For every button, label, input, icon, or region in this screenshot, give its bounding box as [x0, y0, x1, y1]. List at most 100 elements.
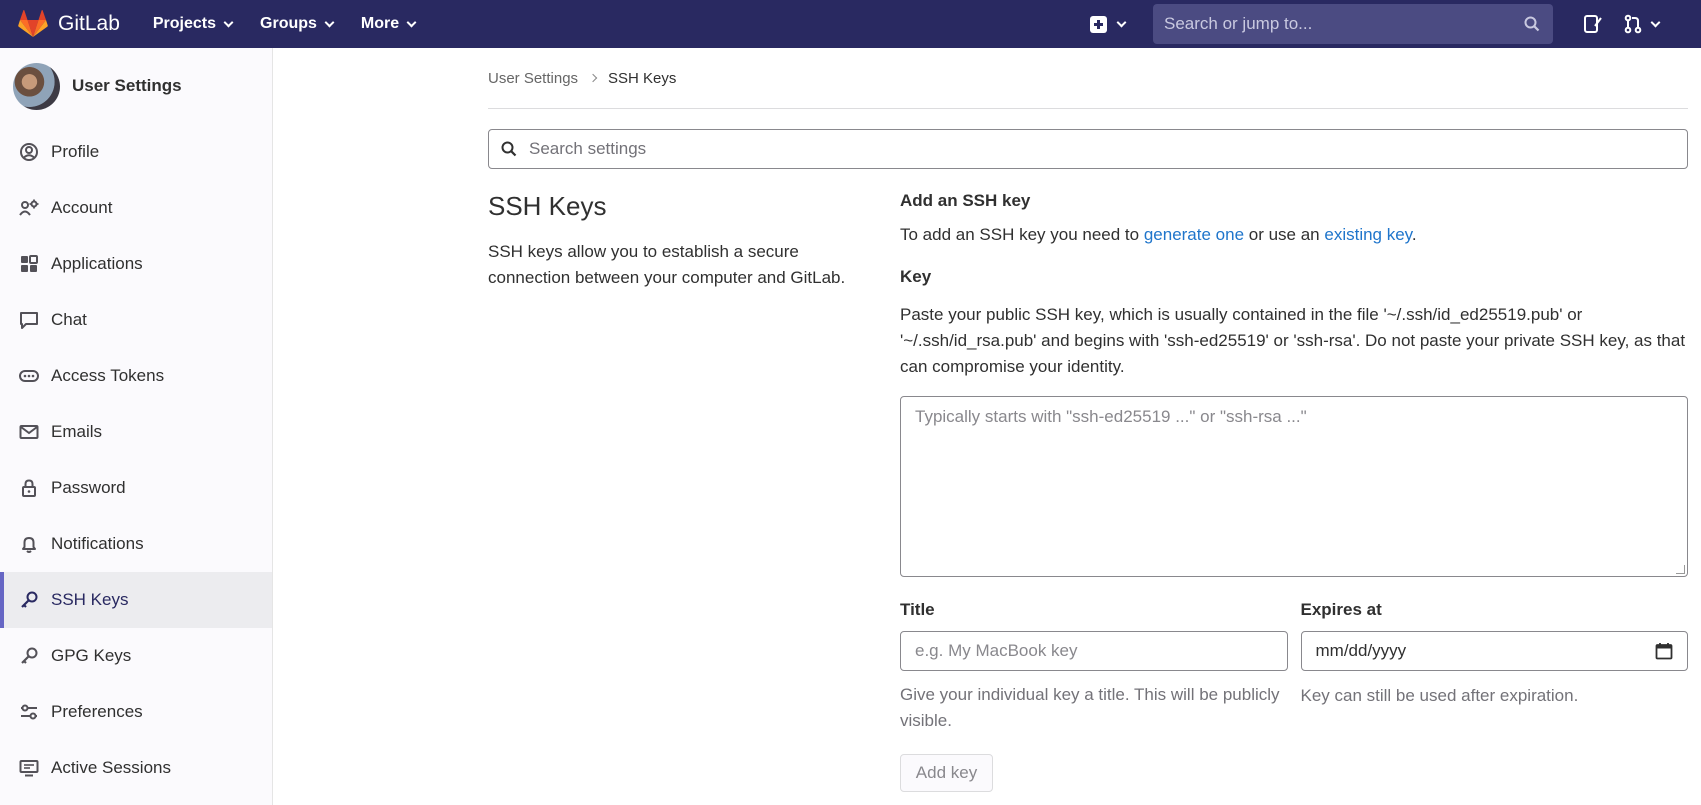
sidebar: User Settings Profile Account Applicatio… — [0, 48, 273, 805]
key-icon — [18, 589, 40, 611]
calendar-icon[interactable] — [1655, 642, 1673, 660]
chevron-right-icon — [588, 73, 598, 83]
expires-field-group: Expires at mm/dd/yyyy Key can still be u… — [1300, 600, 1688, 734]
search-icon — [1524, 16, 1540, 32]
sidebar-item-emails[interactable]: Emails — [0, 404, 272, 460]
add-text-suffix: . — [1411, 225, 1417, 244]
nav-projects[interactable]: Projects — [152, 15, 234, 33]
plus-square-icon — [1090, 15, 1107, 33]
sidebar-item-chat[interactable]: Chat — [0, 292, 272, 348]
nav-more[interactable]: More — [360, 15, 417, 33]
top-navbar: GitLab Projects Groups More Search or ju… — [0, 0, 1701, 48]
gitlab-logo[interactable]: GitLab — [18, 10, 120, 38]
chevron-down-icon — [406, 17, 417, 27]
sidebar-item-label: Notifications — [51, 534, 144, 553]
profile-icon — [18, 141, 40, 163]
sidebar-item-label: Account — [51, 198, 113, 217]
key-textarea-placeholder: Typically starts with "ssh-ed25519 ..." … — [915, 407, 1307, 426]
sidebar-item-label: Emails — [51, 422, 103, 441]
nav-more-label: More — [360, 15, 400, 32]
nav-icons — [1583, 14, 1679, 34]
sidebar-item-ssh-keys[interactable]: SSH Keys — [0, 572, 272, 628]
chevron-down-icon — [223, 17, 234, 27]
title-input-placeholder: e.g. My MacBook key — [915, 641, 1078, 660]
sidebar-item-label: Applications — [51, 254, 143, 273]
sidebar-item-password[interactable]: Password — [0, 460, 272, 516]
email-icon — [18, 421, 40, 443]
key-help-text: Paste your public SSH key, which is usua… — [900, 305, 1686, 376]
add-key-button[interactable]: Add key — [900, 754, 993, 792]
search-icon — [501, 141, 517, 157]
sidebar-item-label: Active Sessions — [51, 758, 171, 777]
bell-icon — [18, 533, 40, 555]
section-info: SSH Keys SSH keys allow you to establish… — [488, 191, 900, 792]
title-input[interactable]: e.g. My MacBook key — [900, 631, 1288, 671]
sidebar-header[interactable]: User Settings — [0, 48, 272, 124]
add-text-prefix: To add an SSH key you need to — [900, 225, 1144, 244]
section-title: SSH Keys — [488, 191, 607, 221]
divider — [488, 108, 1688, 109]
issues-icon[interactable] — [1583, 14, 1603, 34]
title-help-text: Give your individual key a title. This w… — [900, 685, 1280, 730]
nav-groups[interactable]: Groups — [260, 15, 335, 33]
logo-text: GitLab — [58, 12, 120, 35]
key-label: Key — [900, 267, 932, 286]
key-textarea[interactable]: Typically starts with "ssh-ed25519 ..." … — [900, 396, 1688, 577]
sidebar-item-label: GPG Keys — [51, 646, 132, 665]
sidebar-item-label: Password — [51, 478, 126, 497]
expires-help-text: Key can still be used after expiration. — [1300, 686, 1579, 705]
merge-requests-icon[interactable] — [1623, 14, 1661, 34]
main-content: User Settings SSH Keys Search settings S… — [488, 48, 1688, 792]
access-tokens-icon — [18, 365, 40, 387]
title-field-group: Title e.g. My MacBook key Give your indi… — [900, 600, 1288, 734]
new-dropdown-button[interactable] — [1090, 15, 1127, 33]
account-icon — [18, 197, 40, 219]
title-expiry-row: Title e.g. My MacBook key Give your indi… — [900, 600, 1688, 734]
existing-key-link[interactable]: existing key — [1324, 225, 1412, 244]
sidebar-item-profile[interactable]: Profile — [0, 124, 272, 180]
sidebar-item-label: Profile — [51, 142, 100, 161]
nav-projects-label: Projects — [152, 15, 217, 32]
sidebar-title: User Settings — [72, 76, 182, 95]
title-label: Title — [900, 600, 935, 619]
sidebar-item-label: SSH Keys — [51, 590, 129, 609]
chat-icon — [18, 309, 40, 331]
sidebar-item-applications[interactable]: Applications — [0, 236, 272, 292]
sidebar-item-gpg-keys[interactable]: GPG Keys — [0, 628, 272, 684]
settings-search-placeholder: Search settings — [529, 139, 647, 158]
breadcrumb: User Settings SSH Keys — [488, 48, 1688, 108]
monitor-icon — [18, 757, 40, 779]
gitlab-tanuki-icon — [18, 10, 48, 37]
chevron-down-icon — [1116, 17, 1127, 27]
settings-search-input[interactable]: Search settings — [488, 129, 1688, 169]
sidebar-item-label: Chat — [51, 310, 87, 329]
add-ssh-key-text: To add an SSH key you need to generate o… — [900, 225, 1688, 245]
ssh-key-form: Add an SSH key To add an SSH key you nee… — [900, 191, 1688, 792]
add-text-mid: or use an — [1244, 225, 1325, 244]
sidebar-item-label: Preferences — [51, 702, 143, 721]
expires-label: Expires at — [1300, 600, 1382, 619]
sidebar-item-preferences[interactable]: Preferences — [0, 684, 272, 740]
generate-one-link[interactable]: generate one — [1144, 225, 1244, 244]
sidebar-item-access-tokens[interactable]: Access Tokens — [0, 348, 272, 404]
nav-groups-label: Groups — [260, 15, 317, 32]
key-icon — [18, 645, 40, 667]
chevron-down-icon — [1650, 17, 1661, 27]
nav-right: Search or jump to... — [1090, 0, 1679, 48]
sidebar-item-label: Access Tokens — [51, 366, 165, 385]
sidebar-item-account[interactable]: Account — [0, 180, 272, 236]
preferences-icon — [18, 701, 40, 723]
resize-handle-icon[interactable] — [1676, 565, 1685, 574]
sidebar-item-notifications[interactable]: Notifications — [0, 516, 272, 572]
breadcrumb-ssh-keys[interactable]: SSH Keys — [608, 70, 676, 87]
expires-date-input[interactable]: mm/dd/yyyy — [1300, 631, 1688, 671]
avatar — [13, 62, 60, 110]
global-search-input[interactable]: Search or jump to... — [1153, 4, 1553, 44]
add-ssh-key-heading: Add an SSH key — [900, 191, 1031, 210]
chevron-down-icon — [324, 17, 335, 27]
applications-icon — [18, 253, 40, 275]
sidebar-item-active-sessions[interactable]: Active Sessions — [0, 740, 272, 796]
breadcrumb-user-settings[interactable]: User Settings — [488, 70, 578, 87]
lock-icon — [18, 477, 40, 499]
section-description: SSH keys allow you to establish a secure… — [488, 242, 846, 287]
